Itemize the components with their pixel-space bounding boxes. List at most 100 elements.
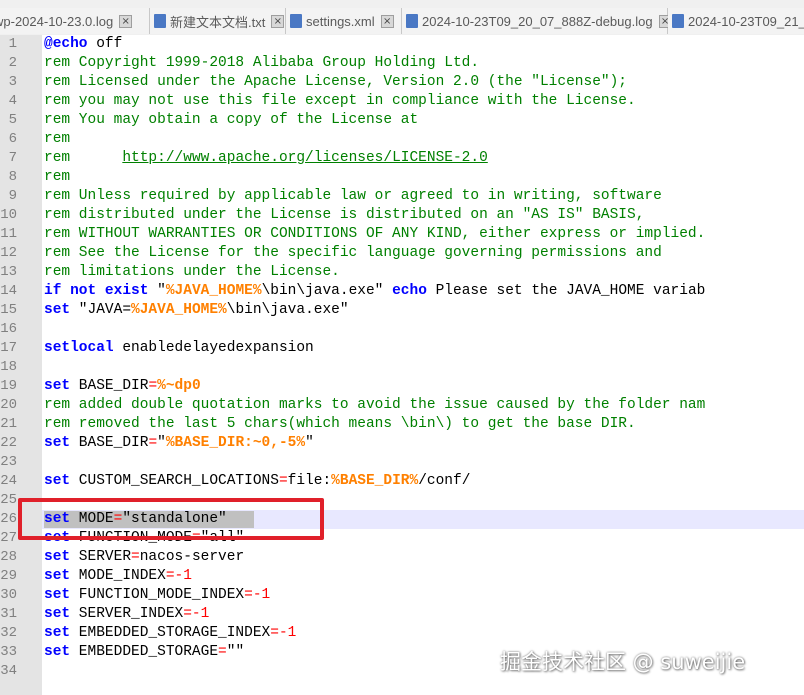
code-text[interactable]: set SERVER=nacos-server <box>44 548 244 567</box>
code-token: rem Copyright 1999-2018 Alibaba Group Ho… <box>44 55 480 71</box>
code-token: %JAVA_HOME% <box>131 302 227 318</box>
code-text[interactable]: rem <box>44 168 70 187</box>
code-token: rem See the License for the specific lan… <box>44 245 662 261</box>
code-text[interactable]: rem limitations under the License. <box>44 263 340 282</box>
code-text[interactable]: @echo off <box>44 35 122 54</box>
code-line: 9 rem Unless required by applicable law o… <box>0 187 804 206</box>
code-text[interactable]: rem added double quotation marks to avoi… <box>44 396 705 415</box>
code-token: "JAVA= <box>70 302 132 318</box>
line-number: 15 <box>0 302 17 318</box>
code-token: set <box>44 587 71 603</box>
tab-label: settings.xml <box>306 13 375 29</box>
code-token: rem Licensed under the Apache License, V… <box>44 74 627 90</box>
line-number: 26 <box>0 511 17 527</box>
code-line: 29 set MODE_INDEX=-1 <box>0 567 804 586</box>
tab-5[interactable]: 2024-10-23T09_21_ <box>668 8 804 34</box>
code-text[interactable]: set EMBEDDED_STORAGE_INDEX=-1 <box>44 624 296 643</box>
code-text[interactable]: rem You may obtain a copy of the License… <box>44 111 418 130</box>
code-token: set <box>44 435 71 451</box>
line-number: 14 <box>0 283 17 299</box>
watermark: 掘金技术社区 @ suweijie <box>500 650 746 674</box>
code-text[interactable]: rem Copyright 1999-2018 Alibaba Group Ho… <box>44 54 479 73</box>
code-line: 4 rem you may not use this file except in… <box>0 92 804 111</box>
code-line: 14 if not exist "%JAVA_HOME%\bin\java.exe… <box>0 282 804 301</box>
code-token: =-1 <box>165 568 192 584</box>
code-line: 1 @echo off <box>0 35 804 54</box>
code-token: "" <box>226 644 245 660</box>
tab-3[interactable]: settings.xml × <box>286 8 402 34</box>
tab-label: wp-2024-10-23.0.log <box>0 13 114 29</box>
code-line: 10 rem distributed under the License is d… <box>0 206 804 225</box>
code-token: \bin\java.exe" <box>226 302 349 318</box>
line-number: 20 <box>0 397 17 413</box>
code-token: =-1 <box>270 625 297 641</box>
code-token: file: <box>287 473 332 489</box>
code-text[interactable]: rem http://www.apache.org/licenses/LICEN… <box>44 149 488 168</box>
code-line: 19 set BASE_DIR=%~dp0 <box>0 377 804 396</box>
code-token: BASE_DIR <box>70 435 149 451</box>
close-tab-icon[interactable]: × <box>271 14 285 28</box>
code-line: 32 set EMBEDDED_STORAGE_INDEX=-1 <box>0 624 804 643</box>
line-number: 34 <box>0 663 17 679</box>
line-number: 23 <box>0 454 17 470</box>
code-text[interactable]: set MODE_INDEX=-1 <box>44 567 192 586</box>
code-token: rem <box>44 169 71 185</box>
tab-2[interactable]: 新建文本文档.txt × <box>150 8 286 34</box>
code-text[interactable]: rem <box>44 130 70 149</box>
tab-1[interactable]: wp-2024-10-23.0.log × <box>0 8 150 34</box>
code-text[interactable]: set EMBEDDED_STORAGE="" <box>44 643 244 662</box>
tab-bar: wp-2024-10-23.0.log × 新建文本文档.txt × settings.… <box>0 0 804 36</box>
code-token: set <box>44 568 71 584</box>
code-token: %BASE_DIR:~0,-5% <box>165 435 306 451</box>
code-text[interactable]: rem distributed under the License is dis… <box>44 206 644 225</box>
log-file-icon <box>672 14 684 28</box>
code-token: rem you may not use this file except in … <box>44 93 636 109</box>
code-text[interactable]: rem Licensed under the Apache License, V… <box>44 73 627 92</box>
code-text[interactable]: rem you may not use this file except in … <box>44 92 636 111</box>
code-text[interactable]: rem removed the last 5 chars(which means… <box>44 415 636 434</box>
code-token[interactable]: http://www.apache.org/licenses/LICENSE-2… <box>122 150 487 166</box>
code-text[interactable]: rem WITHOUT WARRANTIES OR CONDITIONS OF … <box>44 225 705 244</box>
line-number: 19 <box>0 378 17 394</box>
close-tab-icon[interactable]: × <box>380 14 394 28</box>
code-line: 28 set SERVER=nacos-server <box>0 548 804 567</box>
code-text[interactable]: rem See the License for the specific lan… <box>44 244 662 263</box>
code-token: rem distributed under the License is dis… <box>44 207 645 223</box>
code-token: rem <box>44 131 71 147</box>
code-line: 15 set "JAVA=%JAVA_HOME%\bin\java.exe" <box>0 301 804 320</box>
code-token: setlocal <box>44 340 114 356</box>
xml-file-icon <box>290 14 302 28</box>
code-token: exist <box>104 283 149 299</box>
code-line: 7 rem http://www.apache.org/licenses/LICE… <box>0 149 804 168</box>
code-line: 22 set BASE_DIR="%BASE_DIR:~0,-5%" <box>0 434 804 453</box>
code-line: 23 <box>0 453 804 472</box>
code-text[interactable]: set BASE_DIR=%~dp0 <box>44 377 201 396</box>
code-text[interactable]: set CUSTOM_SEARCH_LOCATIONS=file:%BASE_D… <box>44 472 470 491</box>
code-token: BASE_DIR <box>70 378 149 394</box>
code-text[interactable]: rem Unless required by applicable law or… <box>44 187 662 206</box>
text-file-icon <box>154 14 166 28</box>
line-number: 18 <box>0 359 17 375</box>
code-token: \bin\java.exe" <box>261 283 393 299</box>
code-text[interactable]: setlocal enabledelayedexpansion <box>44 339 314 358</box>
code-text[interactable]: set "JAVA=%JAVA_HOME%\bin\java.exe" <box>44 301 349 320</box>
code-token: if <box>44 283 62 299</box>
code-token: rem You may obtain a copy of the License… <box>44 112 419 128</box>
code-token: rem removed the last 5 chars(which means… <box>44 416 636 432</box>
code-token: =-1 <box>183 606 210 622</box>
code-text[interactable]: set BASE_DIR="%BASE_DIR:~0,-5%" <box>44 434 314 453</box>
line-number: 7 <box>8 150 17 166</box>
tab-4[interactable]: 2024-10-23T09_20_07_888Z-debug.log × <box>402 8 672 34</box>
code-text[interactable]: set SERVER_INDEX=-1 <box>44 605 209 624</box>
line-number: 13 <box>0 264 17 280</box>
code-token: rem Unless required by applicable law or… <box>44 188 662 204</box>
code-line: 12 rem See the License for the specific l… <box>0 244 804 263</box>
code-text[interactable]: if not exist "%JAVA_HOME%\bin\java.exe" … <box>44 282 705 301</box>
code-text[interactable]: set FUNCTION_MODE_INDEX=-1 <box>44 586 270 605</box>
close-tab-icon[interactable]: × <box>119 14 133 28</box>
code-token: /conf/ <box>418 473 471 489</box>
code-token: @echo <box>44 36 88 52</box>
code-token: %~dp0 <box>157 378 201 394</box>
